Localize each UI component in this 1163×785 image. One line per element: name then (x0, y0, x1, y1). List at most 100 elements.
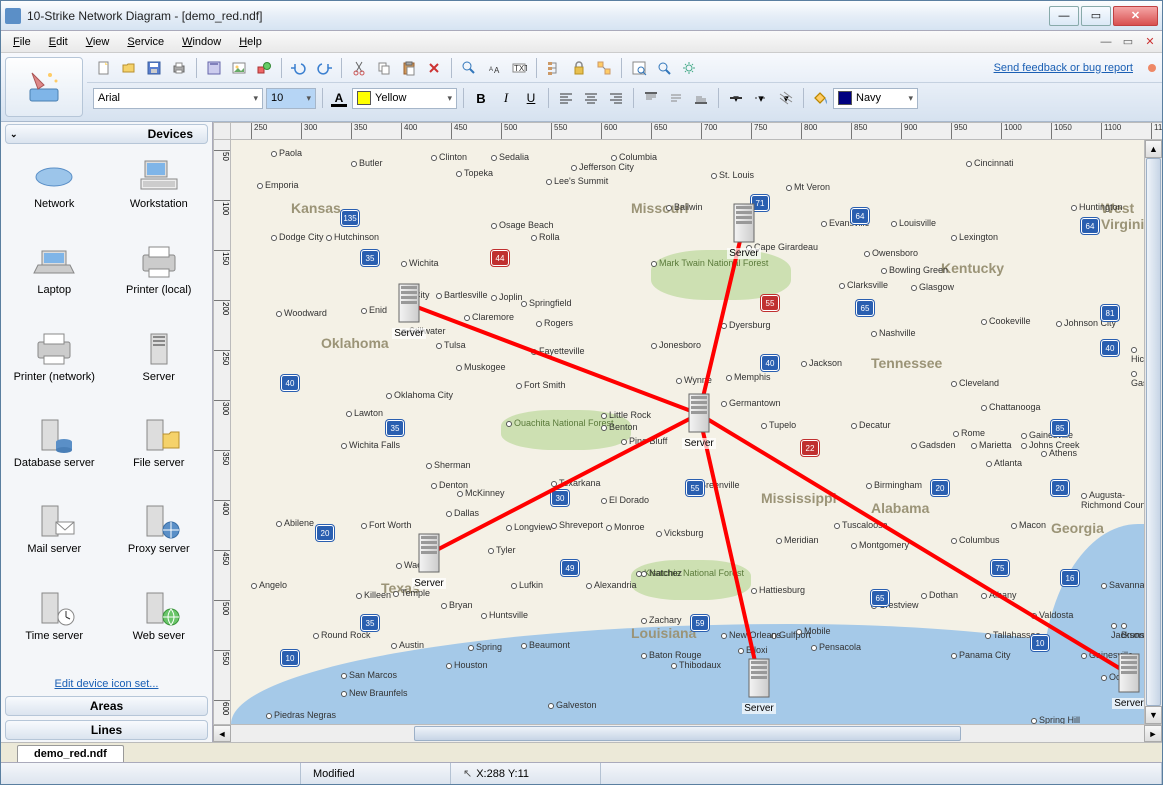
feedback-link[interactable]: Send feedback or bug report (994, 62, 1141, 74)
vertical-scrollbar[interactable]: ▲ ▼ (1144, 140, 1162, 724)
shapes-button[interactable] (253, 57, 275, 79)
tree-button[interactable] (543, 57, 565, 79)
copy-button[interactable] (373, 57, 395, 79)
insert-image-button[interactable] (228, 57, 250, 79)
scroll-right-arrow[interactable]: ► (1144, 725, 1162, 742)
save-button[interactable] (143, 57, 165, 79)
server-node-3[interactable]: Server (411, 530, 447, 589)
menu-file[interactable]: File (5, 33, 39, 51)
bucket-color-button[interactable] (810, 88, 830, 108)
device-workstation[interactable]: Workstation (108, 152, 211, 236)
maximize-button[interactable] (1081, 6, 1111, 26)
wizard-button[interactable] (5, 57, 83, 117)
print-button[interactable] (168, 57, 190, 79)
align-right-button[interactable] (605, 87, 627, 109)
server-label: Server (742, 703, 775, 714)
menu-bar: File Edit View Service Window Help (1, 31, 1162, 53)
device-label: Printer (network) (14, 371, 95, 383)
line-solid-button[interactable]: ▾ (725, 87, 747, 109)
menu-window[interactable]: Window (174, 33, 229, 51)
device-web-sever[interactable]: Web sever (108, 584, 211, 668)
format-toolbar: Arial 10 A Yellow B I U ▾ ▾ ▾ (87, 83, 1162, 113)
valign-bottom-button[interactable] (690, 87, 712, 109)
status-cell-1 (1, 763, 301, 784)
device-icon (30, 242, 78, 282)
server-node-1[interactable]: Server (391, 280, 427, 339)
new-button[interactable] (93, 57, 115, 79)
align-left-button[interactable] (555, 87, 577, 109)
devices-panel-header[interactable]: ⌄Devices (5, 124, 208, 144)
font-color-button[interactable]: A (329, 88, 349, 108)
diagram-canvas[interactable]: Mark Twain National ForestOuachita Natio… (231, 140, 1162, 724)
mdi-close-button[interactable] (1142, 35, 1158, 49)
text-tool-button[interactable]: AA (483, 57, 505, 79)
device-printer-local-[interactable]: Printer (local) (108, 238, 211, 322)
line-color-combo[interactable]: Navy (833, 88, 918, 109)
group-button[interactable] (593, 57, 615, 79)
scroll-down-arrow[interactable]: ▼ (1145, 706, 1162, 724)
vscroll-thumb[interactable] (1146, 158, 1161, 706)
mdi-restore-button[interactable] (1120, 35, 1136, 49)
export-image-button[interactable] (203, 57, 225, 79)
lines-panel-header[interactable]: Lines (5, 720, 208, 740)
device-network[interactable]: Network (3, 152, 106, 236)
menu-edit[interactable]: Edit (41, 33, 76, 51)
find-button[interactable] (458, 57, 480, 79)
server-node-4[interactable]: Server (741, 655, 777, 714)
device-icon (135, 501, 183, 541)
close-button[interactable] (1113, 6, 1158, 26)
device-file-server[interactable]: File server (108, 411, 211, 495)
underline-button[interactable]: U (520, 87, 542, 109)
mdi-minimize-button[interactable] (1098, 35, 1114, 49)
title-bar: 10-Strike Network Diagram - [demo_red.nd… (1, 1, 1162, 31)
device-icon (135, 242, 183, 282)
open-button[interactable] (118, 57, 140, 79)
settings-button[interactable] (678, 57, 700, 79)
device-icon (135, 415, 183, 455)
device-time-server[interactable]: Time server (3, 584, 106, 668)
server-node-0[interactable]: Server (726, 200, 762, 259)
cut-button[interactable] (348, 57, 370, 79)
valign-middle-button[interactable] (665, 87, 687, 109)
fill-color-combo[interactable]: Yellow (352, 88, 457, 109)
line-dash-button[interactable]: ▾ (750, 87, 772, 109)
device-printer-network-[interactable]: Printer (network) (3, 325, 106, 409)
delete-button[interactable] (423, 57, 445, 79)
hscroll-thumb[interactable] (414, 726, 962, 741)
pattern-button[interactable]: ▾ (775, 87, 797, 109)
device-server[interactable]: Server (108, 325, 211, 409)
device-proxy-server[interactable]: Proxy server (108, 497, 211, 581)
italic-button[interactable]: I (495, 87, 517, 109)
paste-button[interactable] (398, 57, 420, 79)
bold-button[interactable]: B (470, 87, 492, 109)
menu-view[interactable]: View (78, 33, 118, 51)
zoom-button[interactable] (653, 57, 675, 79)
lock-button[interactable] (568, 57, 590, 79)
redo-button[interactable] (313, 57, 335, 79)
device-label: Server (143, 371, 175, 383)
scroll-up-arrow[interactable]: ▲ (1145, 140, 1162, 158)
server-label: Server (727, 248, 760, 259)
edit-icon-set-link[interactable]: Edit device icon set... (1, 674, 212, 694)
undo-button[interactable] (288, 57, 310, 79)
device-mail-server[interactable]: Mail server (3, 497, 106, 581)
scroll-left-arrow[interactable]: ◄ (213, 725, 231, 742)
valign-top-button[interactable] (640, 87, 662, 109)
minimize-button[interactable] (1049, 6, 1079, 26)
device-laptop[interactable]: Laptop (3, 238, 106, 322)
menu-help[interactable]: Help (231, 33, 270, 51)
horizontal-scrollbar[interactable]: ◄ ► (213, 724, 1162, 742)
status-cell-4 (601, 763, 1162, 784)
server-node-2[interactable]: Server (681, 390, 717, 449)
menu-service[interactable]: Service (119, 33, 172, 51)
areas-panel-header[interactable]: Areas (5, 696, 208, 716)
font-combo[interactable]: Arial (93, 88, 263, 109)
device-database-server[interactable]: Database server (3, 411, 106, 495)
font-size-combo[interactable]: 10 (266, 88, 316, 109)
preview-button[interactable] (628, 57, 650, 79)
document-tab[interactable]: demo_red.ndf (17, 745, 124, 762)
feedback-indicator-icon (1148, 64, 1156, 72)
align-center-button[interactable] (580, 87, 602, 109)
text-box-button[interactable]: TXT (508, 57, 530, 79)
server-node-5[interactable]: Server (1111, 650, 1147, 709)
